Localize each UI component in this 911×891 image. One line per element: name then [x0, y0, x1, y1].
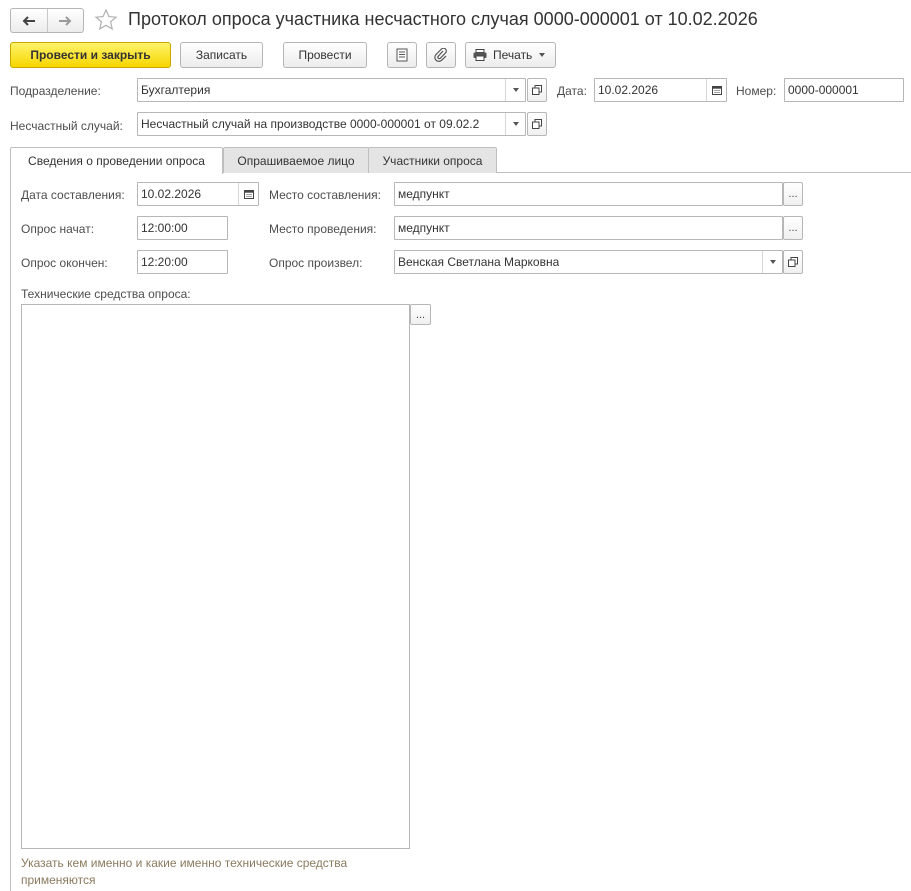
date-value: 10.02.2026	[598, 83, 659, 97]
compile-place-select-button[interactable]: ...	[783, 182, 803, 206]
tech-means-textarea[interactable]	[21, 304, 410, 849]
number-value: 0000-000001	[788, 83, 859, 97]
conducted-by-field[interactable]: Венская Светлана Марковна	[394, 250, 783, 274]
conducted-by-value: Венская Светлана Марковна	[398, 255, 560, 269]
post-button[interactable]: Провести	[283, 42, 367, 68]
tab-interviewee[interactable]: Опрашиваемое лицо	[223, 147, 369, 173]
end-label: Опрос окончен:	[21, 256, 108, 270]
list-icon	[396, 48, 408, 62]
print-label: Печать	[493, 48, 533, 62]
chevron-down-icon	[512, 88, 519, 92]
venue-field[interactable]: медпункт	[394, 216, 783, 240]
accident-value: Несчастный случай на производстве 0000-0…	[141, 117, 480, 131]
compile-date-calendar-button[interactable]	[238, 183, 258, 205]
calendar-icon	[243, 190, 254, 199]
ellipsis-icon: ...	[788, 222, 798, 234]
accident-label: Несчастный случай:	[10, 119, 123, 133]
conducted-by-dropdown-button[interactable]	[762, 251, 782, 273]
accident-field[interactable]: Несчастный случай на производстве 0000-0…	[137, 112, 526, 136]
printer-icon	[473, 49, 487, 61]
paperclip-icon	[434, 48, 447, 62]
venue-value: медпункт	[398, 221, 450, 235]
date-field[interactable]: 10.02.2026	[594, 78, 727, 102]
arrow-right-icon	[59, 15, 72, 26]
arrow-left-icon	[22, 15, 35, 26]
attachments-button[interactable]	[426, 42, 456, 68]
back-button[interactable]	[11, 9, 47, 32]
accident-dropdown-button[interactable]	[505, 113, 525, 135]
start-time-value: 12:00:00	[141, 221, 188, 235]
print-menu-button[interactable]: Печать	[465, 42, 556, 68]
ellipsis-icon: ...	[415, 308, 426, 321]
accident-open-button[interactable]	[527, 112, 547, 136]
department-field[interactable]: Бухгалтерия	[137, 78, 526, 102]
venue-label: Место проведения:	[269, 222, 377, 236]
conducted-by-label: Опрос произвел:	[269, 256, 363, 270]
venue-select-button[interactable]: ...	[783, 216, 803, 240]
number-label: Номер:	[736, 84, 777, 98]
department-dropdown-button[interactable]	[505, 79, 525, 101]
tech-means-select-button[interactable]: ...	[410, 304, 431, 325]
open-window-icon	[532, 119, 542, 129]
number-field[interactable]: 0000-000001	[784, 78, 904, 102]
chevron-down-icon	[769, 260, 776, 264]
compile-place-value: медпункт	[398, 187, 450, 201]
end-time-value: 12:20:00	[141, 255, 188, 269]
tab-participants[interactable]: Участники опроса	[368, 147, 497, 173]
chevron-down-icon	[512, 122, 519, 126]
end-time-field[interactable]: 12:20:00	[137, 250, 228, 274]
start-label: Опрос начат:	[21, 222, 95, 236]
compile-date-field[interactable]: 10.02.2026	[137, 182, 259, 206]
department-open-button[interactable]	[527, 78, 547, 102]
department-value: Бухгалтерия	[141, 83, 211, 97]
date-calendar-button[interactable]	[706, 79, 726, 101]
date-label: Дата:	[557, 84, 587, 98]
start-time-field[interactable]: 12:00:00	[137, 216, 228, 240]
compile-date-label: Дата составления:	[21, 188, 125, 202]
open-window-icon	[788, 257, 798, 267]
tab-content-border	[10, 172, 11, 891]
department-label: Подразделение:	[10, 84, 101, 98]
forward-button[interactable]	[46, 9, 84, 32]
page-title: Протокол опроса участника несчастного сл…	[128, 9, 758, 29]
open-window-icon	[532, 85, 542, 95]
navigation-buttons	[10, 8, 84, 33]
ellipsis-icon: ...	[788, 188, 798, 200]
tech-means-hint: Указать кем именно и какие именно технич…	[21, 856, 348, 887]
tab-interview-details[interactable]: Сведения о проведении опроса	[10, 147, 223, 174]
post-and-close-button[interactable]: Провести и закрыть	[10, 42, 171, 68]
chevron-down-icon	[539, 53, 546, 57]
tech-means-label: Технические средства опроса:	[21, 287, 191, 301]
calendar-icon	[711, 86, 722, 95]
document-list-button[interactable]	[387, 42, 417, 68]
favorite-star-icon[interactable]	[94, 8, 118, 35]
conducted-by-open-button[interactable]	[783, 250, 803, 274]
save-button[interactable]: Записать	[180, 42, 263, 68]
compile-date-value: 10.02.2026	[141, 187, 202, 201]
compile-place-field[interactable]: медпункт	[394, 182, 783, 206]
compile-place-label: Место составления:	[269, 188, 381, 202]
